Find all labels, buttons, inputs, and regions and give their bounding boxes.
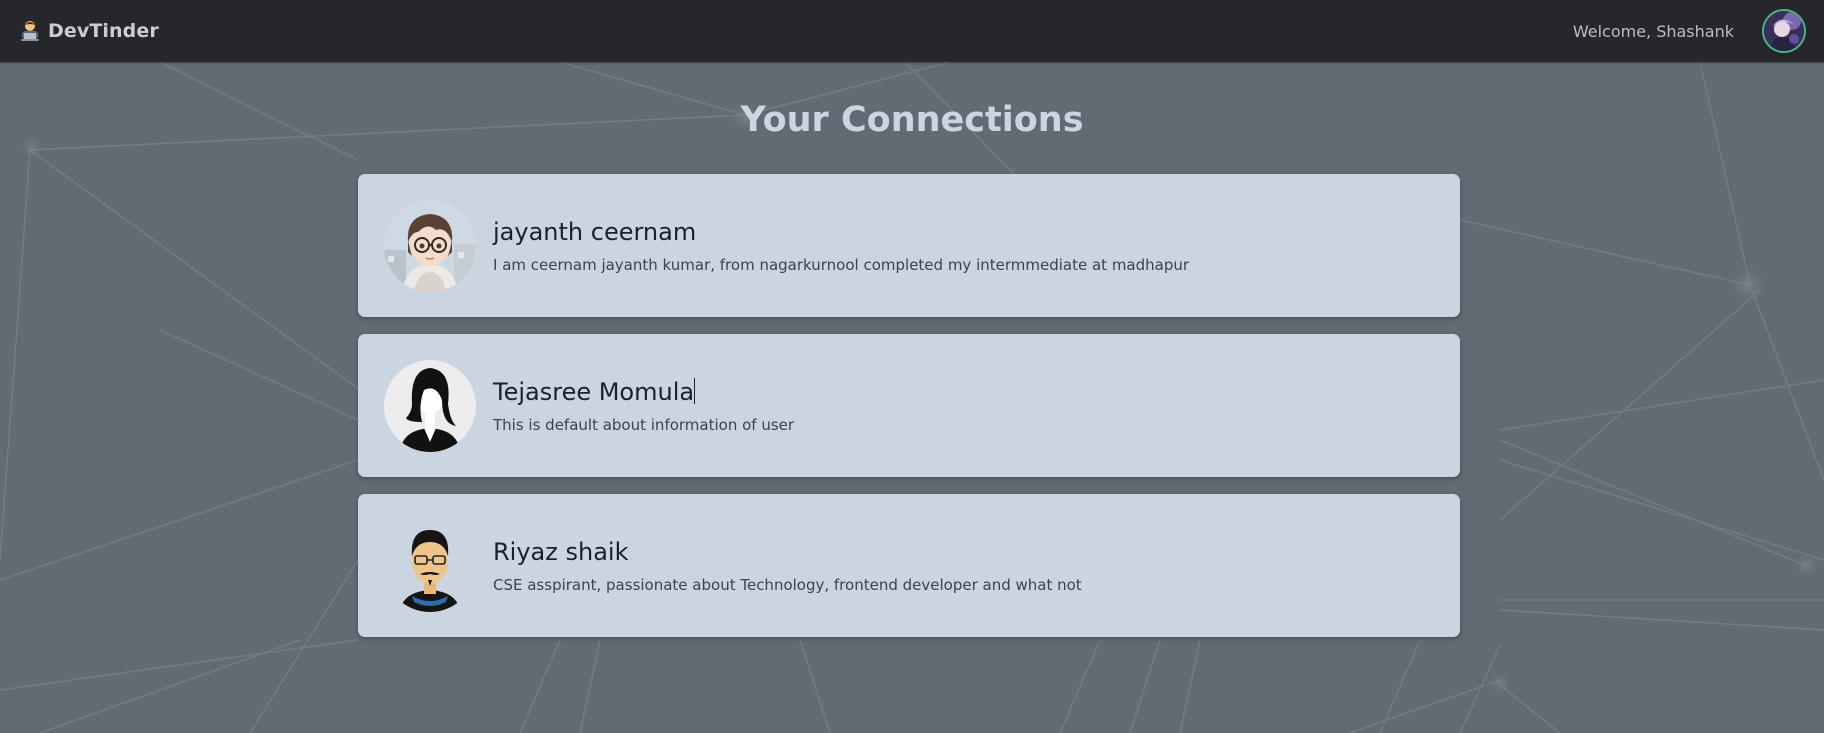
page-title: Your Connections bbox=[740, 100, 1084, 140]
user-avatar-image bbox=[1764, 11, 1804, 51]
brand-name: DevTinder bbox=[48, 20, 159, 42]
connection-about: CSE asspirant, passionate about Technolo… bbox=[493, 575, 1082, 594]
nav-user-area: Welcome, Shashank bbox=[1573, 9, 1806, 53]
connections-list: jayanth ceernam I am ceernam jayanth kum… bbox=[358, 174, 1460, 654]
welcome-text: Welcome, Shashank bbox=[1572, 21, 1734, 41]
cartoon-man-glasses-avatar bbox=[384, 519, 476, 612]
connection-avatar bbox=[384, 199, 476, 292]
connection-info: jayanth ceernam I am ceernam jayanth kum… bbox=[493, 218, 1189, 274]
text-caret bbox=[694, 377, 696, 404]
developer-emoji-icon bbox=[18, 19, 42, 43]
connection-card: Tejasree Momula This is default about in… bbox=[358, 334, 1460, 477]
connection-avatar bbox=[384, 359, 476, 452]
connection-name: Tejasree Momula bbox=[493, 377, 794, 406]
connection-name: Riyaz shaik bbox=[493, 537, 629, 566]
connection-name: jayanth ceernam bbox=[493, 217, 697, 246]
connection-card: jayanth ceernam I am ceernam jayanth kum… bbox=[358, 174, 1460, 317]
connection-info: Tejasree Momula This is default about in… bbox=[493, 377, 795, 434]
connection-info: Riyaz shaik CSE asspirant, passionate ab… bbox=[493, 538, 1082, 594]
connection-name-text: Tejasree Momula bbox=[493, 377, 695, 406]
connection-avatar bbox=[384, 519, 476, 612]
connection-card: Riyaz shaik CSE asspirant, passionate ab… bbox=[358, 494, 1460, 637]
top-navbar: DevTinder Welcome, Shashank bbox=[0, 0, 1824, 62]
brand-home-link[interactable]: DevTinder bbox=[18, 19, 159, 43]
default-female-silhouette-avatar bbox=[384, 359, 476, 452]
anime-boy-glasses-avatar bbox=[384, 199, 476, 292]
connection-about: I am ceernam jayanth kumar, from nagarku… bbox=[493, 255, 1190, 274]
connection-about: This is default about information of use… bbox=[493, 415, 795, 434]
user-avatar-button[interactable] bbox=[1762, 9, 1806, 53]
